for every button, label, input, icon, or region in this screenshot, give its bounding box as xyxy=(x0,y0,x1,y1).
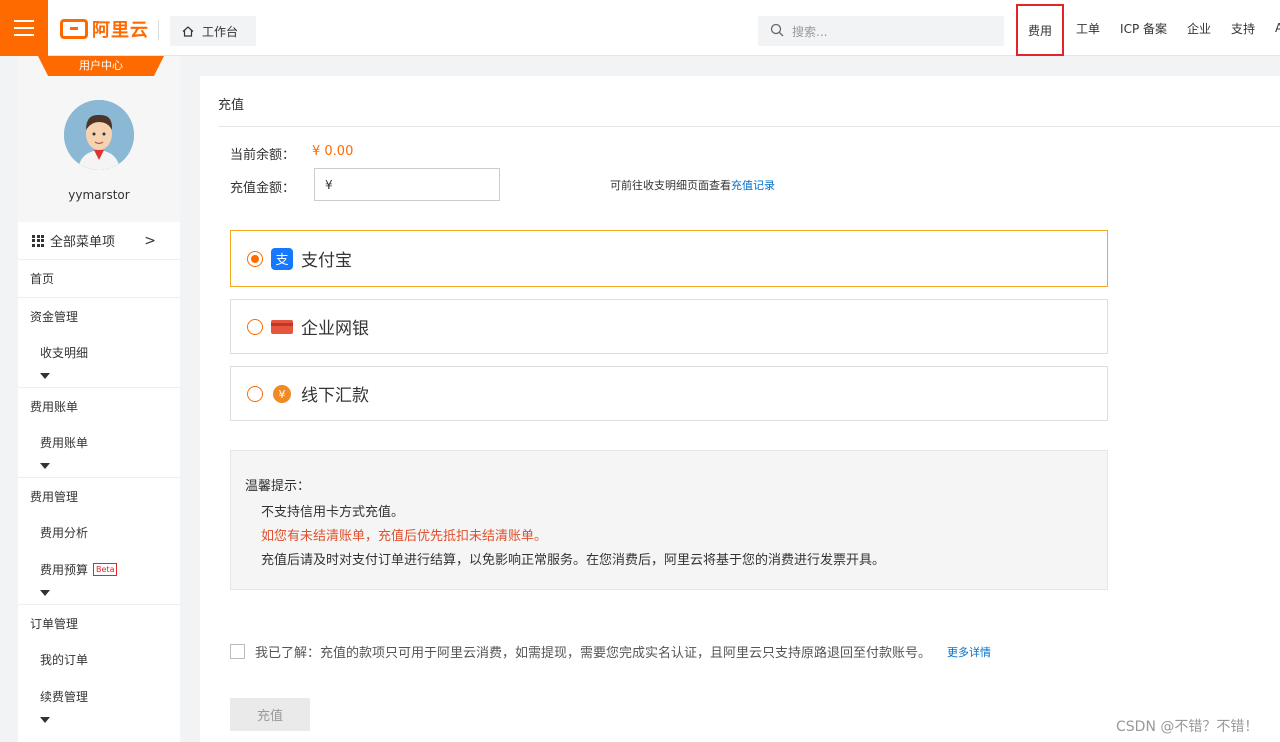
nav-billing[interactable]: 费用 xyxy=(1016,4,1065,56)
grid-icon xyxy=(32,234,44,247)
sidebar-item-cost-analysis[interactable]: 费用分析 xyxy=(18,514,180,551)
record-hint: 可前往收支明细页面查看充值记录 xyxy=(610,177,775,193)
sidebar-item-label: 费用预算 xyxy=(40,563,89,577)
balance-label: 当前余额： xyxy=(230,148,296,163)
divider xyxy=(218,126,1280,127)
payment-option-bank[interactable]: 企业网银 xyxy=(230,299,1108,354)
alipay-icon: 支 xyxy=(271,247,293,270)
recharge-panel: 充值 当前余额： ¥ 0.00 充值金额： 可前往收支明细页面查看充值记录 支 … xyxy=(200,76,1280,742)
caret-down-icon[interactable] xyxy=(40,590,50,596)
more-details-link[interactable]: 更多详情 xyxy=(947,644,991,660)
payment-option-label: 企业网银 xyxy=(301,319,369,339)
balance-value: ¥ 0.00 xyxy=(312,144,354,159)
amount-input[interactable] xyxy=(314,168,500,201)
svg-text:¥: ¥ xyxy=(279,388,286,401)
all-menu-label: 全部菜单项 xyxy=(50,235,116,250)
notice-title: 温馨提示： xyxy=(245,479,311,494)
notice-line: 不支持信用卡方式充值。 xyxy=(261,505,405,520)
nav-support[interactable]: 支持 xyxy=(1221,0,1265,56)
recharge-button[interactable]: 充值 xyxy=(230,698,310,731)
sidebar-group-cost-management[interactable]: 费用管理 xyxy=(18,477,180,514)
radio-unselected[interactable] xyxy=(247,318,263,335)
payment-option-alipay[interactable]: 支 支付宝 xyxy=(230,230,1108,287)
divider xyxy=(158,20,159,40)
sidebar-item-transactions[interactable]: 收支明细 xyxy=(18,334,180,371)
svg-text:支: 支 xyxy=(275,253,288,268)
avatar[interactable] xyxy=(64,100,134,170)
agree-checkbox[interactable] xyxy=(230,644,245,659)
recharge-record-link[interactable]: 充值记录 xyxy=(731,179,775,192)
caret-down-icon[interactable] xyxy=(40,373,50,379)
nav-ticket[interactable]: 工单 xyxy=(1066,0,1110,56)
sidebar-group-bills[interactable]: 费用账单 xyxy=(18,387,180,424)
payment-option-offline[interactable]: ¥ 线下汇款 xyxy=(230,366,1108,421)
payment-option-label: 支付宝 xyxy=(301,251,352,271)
menu-icon[interactable] xyxy=(0,0,48,56)
payment-option-label: 线下汇款 xyxy=(301,386,369,406)
username: yymarstor xyxy=(68,188,130,202)
sidebar-group-orders[interactable]: 订单管理 xyxy=(18,604,180,641)
nav-enterprise[interactable]: 企业 xyxy=(1177,0,1221,56)
sidebar-item-bills[interactable]: 费用账单 xyxy=(18,424,180,461)
notice-warning: 如您有未结清账单，充值后优先抵扣未结清账单。 xyxy=(261,529,548,544)
top-nav: 费用 工单 ICP 备案 企业 支持 A xyxy=(1016,0,1280,56)
caret-down-icon[interactable] xyxy=(40,463,50,469)
beta-badge: Beta xyxy=(93,563,118,576)
aliyun-logo-icon xyxy=(60,19,88,39)
radio-selected[interactable] xyxy=(247,250,263,267)
sidebar-item-my-orders[interactable]: 我的订单 xyxy=(18,641,180,678)
sidebar-group-funds[interactable]: 资金管理 xyxy=(18,297,180,334)
user-center-badge: 用户中心 xyxy=(38,56,164,76)
agreement-row: 我已了解：充值的款项只可用于阿里云消费，如需提现，需要您完成实名认证，且阿里云只… xyxy=(230,642,991,661)
workbench-button[interactable]: 工作台 xyxy=(170,16,256,46)
search-icon xyxy=(770,23,784,40)
sidebar-item-budget[interactable]: 费用预算 Beta xyxy=(18,551,180,588)
sidebar: 用户中心 yymarstor 全部菜单项 > 首页 资金管理 收支明细 费用账单… xyxy=(18,56,180,742)
aliyun-logo[interactable]: 阿里云 xyxy=(60,16,149,42)
radio-unselected[interactable] xyxy=(247,385,263,402)
logo-text: 阿里云 xyxy=(92,20,149,41)
notice-box: 温馨提示： 不支持信用卡方式充值。 如您有未结清账单，充值后优先抵扣未结清账单。… xyxy=(230,450,1108,590)
workbench-label: 工作台 xyxy=(202,24,239,39)
watermark: CSDN @不错？不错！ xyxy=(1116,719,1259,735)
record-hint-text: 可前往收支明细页面查看 xyxy=(610,179,731,192)
nav-more[interactable]: A xyxy=(1265,0,1280,56)
bank-card-icon xyxy=(271,316,293,338)
chevron-right-icon: > xyxy=(144,233,156,249)
page-title: 充值 xyxy=(218,98,245,113)
top-bar: 阿里云 工作台 搜索... 费用 工单 ICP 备案 企业 支持 A xyxy=(0,0,1280,56)
all-menu-toggle[interactable]: 全部菜单项 > xyxy=(18,222,180,260)
sidebar-item-home[interactable]: 首页 xyxy=(18,260,180,297)
sidebar-item-renewal[interactable]: 续费管理 xyxy=(18,678,180,715)
search-input[interactable]: 搜索... xyxy=(758,16,1004,46)
caret-down-icon[interactable] xyxy=(40,717,50,723)
yuan-coin-icon: ¥ xyxy=(271,383,293,405)
home-icon xyxy=(182,25,194,37)
agreement-text: 我已了解：充值的款项只可用于阿里云消费，如需提现，需要您完成实名认证，且阿里云只… xyxy=(255,646,932,661)
search-placeholder: 搜索... xyxy=(792,24,828,39)
amount-label: 充值金额： xyxy=(230,181,296,196)
profile-card: 用户中心 yymarstor xyxy=(18,56,180,222)
notice-line: 充值后请及时对支付订单进行结算，以免影响正常服务。在您消费后，阿里云将基于您的消… xyxy=(261,553,886,568)
nav-icp[interactable]: ICP 备案 xyxy=(1110,0,1177,56)
